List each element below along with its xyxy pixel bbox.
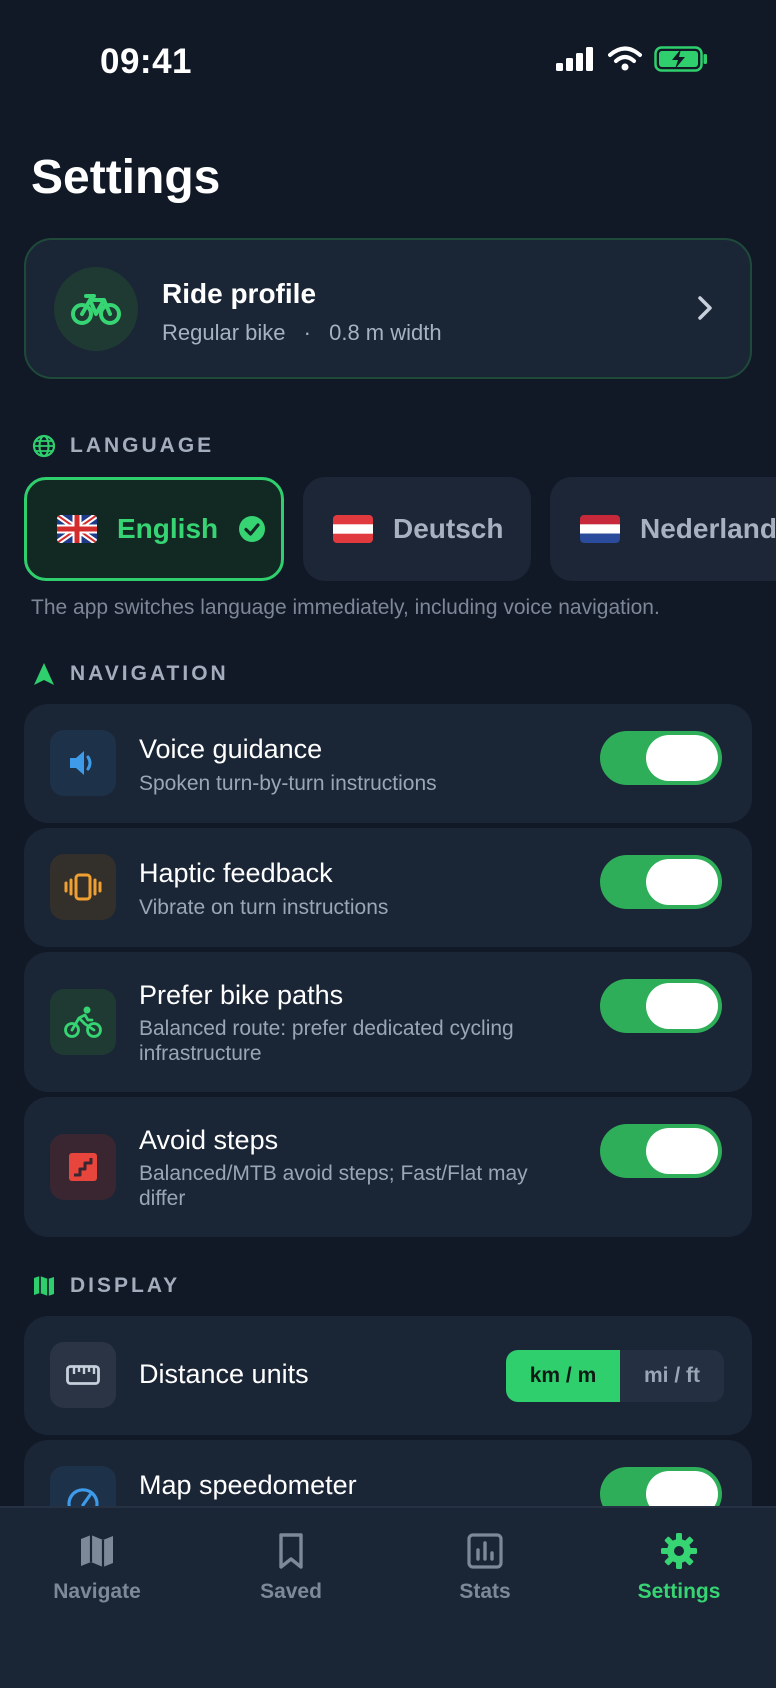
haptic-feedback-toggle[interactable]	[600, 855, 722, 909]
status-time: 09:41	[100, 42, 193, 81]
language-section-header: LANGUAGE	[32, 434, 214, 458]
uk-flag-icon	[57, 515, 97, 543]
display-section-label: DISPLAY	[70, 1274, 181, 1297]
voice-guidance-desc: Spoken turn-by-turn instructions	[139, 772, 437, 795]
prefer-bike-paths-toggle[interactable]	[600, 979, 722, 1033]
language-option-label: Deutsch	[393, 513, 504, 544]
language-option-deutsch[interactable]: Deutsch	[303, 477, 531, 581]
ride-profile-bike: Regular bike	[162, 320, 286, 345]
avoid-steps-row: Avoid steps Balanced/MTB avoid steps; Fa…	[24, 1097, 752, 1237]
units-option-imperial[interactable]: mi / ft	[620, 1350, 724, 1402]
prefer-bike-paths-row: Prefer bike paths Balanced route: prefer…	[24, 952, 752, 1092]
units-option-metric[interactable]: km / m	[506, 1350, 620, 1402]
globe-icon	[32, 434, 56, 458]
voice-guidance-title: Voice guidance	[139, 734, 323, 764]
language-option-nederlands[interactable]: Nederlands	[550, 477, 776, 581]
cellular-signal-icon	[556, 47, 593, 71]
map-speedometer-title: Map speedometer	[139, 1470, 357, 1500]
distance-units-row: Distance units km / m mi / ft	[24, 1316, 752, 1435]
tab-saved[interactable]: Saved	[194, 1532, 388, 1604]
ride-profile-details: Regular bike · 0.8 m width	[162, 320, 442, 346]
ruler-icon	[50, 1342, 116, 1408]
cyclist-icon	[50, 989, 116, 1055]
netherlands-flag-icon	[580, 515, 620, 543]
ride-profile-separator: ·	[303, 320, 311, 345]
vibrate-icon	[50, 854, 116, 920]
avoid-steps-toggle[interactable]	[600, 1124, 722, 1178]
language-section-label: LANGUAGE	[70, 434, 215, 457]
chevron-right-icon	[698, 296, 712, 320]
ride-profile-card[interactable]: Ride profile Regular bike · 0.8 m width	[24, 238, 752, 379]
gear-icon	[661, 1533, 697, 1569]
tab-label: Settings	[637, 1580, 721, 1603]
distance-units-title: Distance units	[139, 1359, 309, 1389]
haptic-feedback-desc: Vibrate on turn instructions	[139, 896, 389, 919]
status-icons	[556, 46, 708, 72]
haptic-feedback-title: Haptic feedback	[139, 858, 333, 888]
language-option-english[interactable]: English	[24, 477, 284, 581]
language-note: The app switches language immediately, i…	[31, 596, 660, 619]
stairs-icon	[50, 1134, 116, 1200]
tab-settings[interactable]: Settings	[582, 1532, 776, 1604]
battery-charging-icon	[654, 46, 707, 72]
navigation-arrow-icon	[34, 663, 54, 685]
bookmark-icon	[279, 1533, 303, 1569]
prefer-bike-paths-desc: Balanced route: prefer dedicated cycling…	[139, 1017, 514, 1065]
language-option-label: Nederlands	[640, 513, 776, 544]
map-icon	[81, 1535, 113, 1567]
navigation-section-header: NAVIGATION	[32, 662, 229, 686]
distance-units-segmented-control: km / m mi / ft	[506, 1350, 724, 1402]
ride-profile-width: 0.8 m width	[329, 320, 442, 345]
status-bar: 09:41	[0, 0, 776, 126]
bicycle-icon	[54, 267, 138, 351]
voice-guidance-row: Voice guidance Spoken turn-by-turn instr…	[24, 704, 752, 823]
avoid-steps-title: Avoid steps	[139, 1125, 279, 1155]
language-selector: English Deutsch Nederlands	[24, 477, 776, 581]
checkmark-circle-icon	[239, 516, 266, 542]
tab-label: Navigate	[53, 1580, 141, 1603]
navigation-section-label: NAVIGATION	[70, 662, 229, 685]
language-option-label: English	[117, 513, 219, 544]
voice-guidance-toggle[interactable]	[600, 731, 722, 785]
ride-profile-title: Ride profile	[162, 278, 317, 309]
tab-bar: Navigate Saved Stats Settings	[0, 1506, 776, 1688]
austria-flag-icon	[333, 515, 373, 543]
wifi-icon	[608, 46, 642, 71]
tab-stats[interactable]: Stats	[388, 1532, 582, 1604]
display-section-header: DISPLAY	[32, 1274, 180, 1298]
map-icon	[34, 1276, 54, 1296]
speaker-icon	[50, 730, 116, 796]
avoid-steps-desc: Balanced/MTB avoid steps; Fast/Flat may …	[139, 1162, 528, 1210]
prefer-bike-paths-title: Prefer bike paths	[139, 980, 344, 1010]
chart-icon	[467, 1533, 503, 1569]
tab-navigate[interactable]: Navigate	[0, 1532, 194, 1604]
tab-label: Stats	[459, 1580, 511, 1603]
haptic-feedback-row: Haptic feedback Vibrate on turn instruct…	[24, 828, 752, 947]
tab-label: Saved	[260, 1580, 322, 1603]
page-title: Settings	[31, 151, 221, 204]
